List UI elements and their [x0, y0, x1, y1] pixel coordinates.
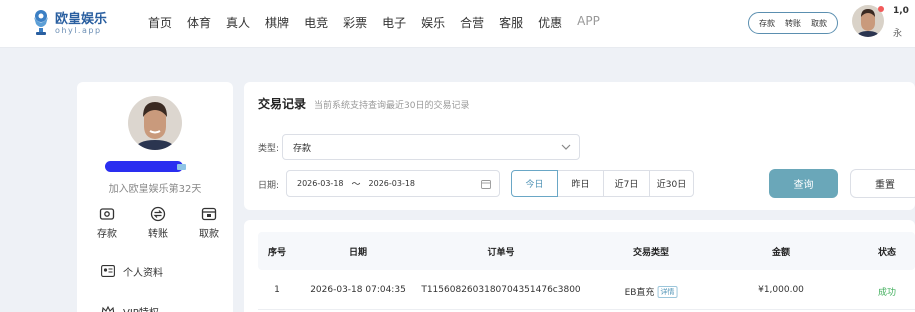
sidebar-item-vip[interactable]: VIP特权 [101, 304, 221, 312]
header-label: 永 [893, 29, 903, 39]
sidebar-deposit-button[interactable]: 存款 [90, 206, 124, 240]
type-text: EB直充 [624, 288, 655, 298]
calendar-icon [481, 180, 491, 189]
nav-support[interactable]: 客服 [499, 14, 523, 31]
date-label: 日期: [258, 181, 280, 191]
type-select[interactable]: 存款 [282, 134, 580, 160]
nav-esports[interactable]: 电竞 [304, 14, 328, 31]
main-nav: 首页 体育 真人 棋牌 电竞 彩票 电子 娱乐 合营 客服 优惠 APP [148, 14, 615, 31]
transfer-icon [150, 206, 166, 222]
id-card-icon [101, 265, 115, 277]
range-today-button[interactable]: 今日 [511, 170, 558, 197]
withdraw-icon [201, 207, 217, 221]
date-end: 2026-03-18 [368, 179, 416, 188]
type-select-value: 存款 [293, 143, 312, 154]
logo-name: 欧皇娱乐 [55, 12, 108, 27]
quick-deposit[interactable]: 存款 [759, 18, 775, 29]
page-subtitle: 当前系统支持查询最近30日的交易记录 [314, 101, 470, 111]
username-redacted [105, 161, 183, 172]
date-start: 2026-03-18 [297, 179, 344, 188]
quick-transfer[interactable]: 转账 [785, 18, 801, 29]
date-separator: ～ [351, 180, 361, 190]
nav-entertainment[interactable]: 娱乐 [421, 14, 445, 31]
sidebar-item-profile[interactable]: 个人资料 [101, 264, 221, 279]
nav-partner[interactable]: 合营 [460, 14, 484, 31]
range-30days-button[interactable]: 近30日 [649, 170, 694, 197]
transfer-label: 转账 [148, 229, 168, 240]
nav-lottery[interactable]: 彩票 [343, 14, 367, 31]
query-button[interactable]: 查询 [769, 169, 838, 198]
transaction-table: 序号 日期 订单号 交易类型 金额 状态 1 2026-03-18 07:04:… [244, 220, 915, 312]
nav-app[interactable]: APP [577, 14, 600, 31]
table-row[interactable]: 1 2026-03-18 07:04:35 T11560826031807043… [258, 270, 915, 310]
cell-type: EB直充 详情 [625, 285, 678, 298]
nav-cards[interactable]: 棋牌 [265, 14, 289, 31]
header-balance: 1,0 [893, 6, 909, 16]
sidebar-withdraw-button[interactable]: 取款 [192, 206, 226, 240]
status-badge: 成功 [877, 288, 897, 298]
nav-home[interactable]: 首页 [148, 14, 172, 31]
sidebar-avatar[interactable] [128, 96, 182, 150]
user-sidebar: 加入欧皇娱乐第32天 存款 转账 取款 个人资料 [77, 82, 233, 312]
col-amount: 金额 [771, 248, 791, 258]
sidebar-transfer-button[interactable]: 转账 [141, 206, 175, 240]
quick-range-group: 今日 昨日 近7日 近30日 [511, 170, 694, 197]
sidebar-item-label: VIP特权 [123, 304, 159, 312]
col-date: 日期 [348, 248, 368, 258]
detail-tag[interactable]: 详情 [657, 286, 678, 298]
logo-sub: ohyl.app [55, 26, 102, 35]
nav-sports[interactable]: 体育 [187, 14, 211, 31]
col-index: 序号 [267, 248, 287, 258]
cell-amount: ¥1,000.00 [758, 285, 804, 295]
nav-slots[interactable]: 电子 [382, 14, 406, 31]
deposit-label: 存款 [97, 229, 117, 240]
nav-live[interactable]: 真人 [226, 14, 250, 31]
cell-index: 1 [274, 285, 280, 295]
table-header: 序号 日期 订单号 交易类型 金额 状态 [258, 232, 915, 270]
withdraw-label: 取款 [199, 229, 219, 240]
cell-order-no: T1156082603180704351476c3800 [421, 285, 581, 295]
range-7days-button[interactable]: 近7日 [603, 170, 650, 197]
user-avatar-image [128, 96, 182, 150]
wallet-actions: 存款 转账 取款 [90, 206, 226, 240]
col-order: 订单号 [487, 248, 515, 258]
top-header: 欧皇娱乐 ohyl.app 首页 体育 真人 棋牌 电竞 彩票 电子 娱乐 合营… [0, 0, 915, 48]
reset-button[interactable]: 重置 [850, 169, 915, 198]
col-type: 交易类型 [632, 248, 670, 258]
page-title: 交易记录 [258, 97, 307, 111]
trophy-logo-icon [34, 10, 48, 35]
deposit-icon [99, 208, 115, 220]
date-range-picker[interactable]: 2026-03-18 ～ 2026-03-18 [286, 170, 500, 197]
sidebar-item-label: 个人资料 [123, 267, 163, 279]
crown-icon [101, 305, 115, 312]
vip-badge [177, 164, 186, 170]
brand-logo[interactable]: 欧皇娱乐 ohyl.app [30, 6, 107, 40]
range-yesterday-button[interactable]: 昨日 [557, 170, 604, 197]
membership-days: 加入欧皇娱乐第32天 [108, 184, 202, 195]
col-status: 状态 [877, 248, 897, 258]
chevron-down-icon [561, 144, 571, 150]
nav-promotions[interactable]: 优惠 [538, 14, 562, 31]
quick-actions: 存款 转账 取款 [748, 12, 838, 34]
notification-dot [878, 6, 884, 12]
type-label: 类型: [258, 144, 280, 154]
quick-withdraw[interactable]: 取款 [811, 18, 827, 29]
cell-date: 2026-03-18 07:04:35 [310, 285, 406, 295]
transaction-filter-panel: 交易记录 当前系统支持查询最近30日的交易记录 类型: 存款 日期: 2026-… [244, 82, 915, 210]
